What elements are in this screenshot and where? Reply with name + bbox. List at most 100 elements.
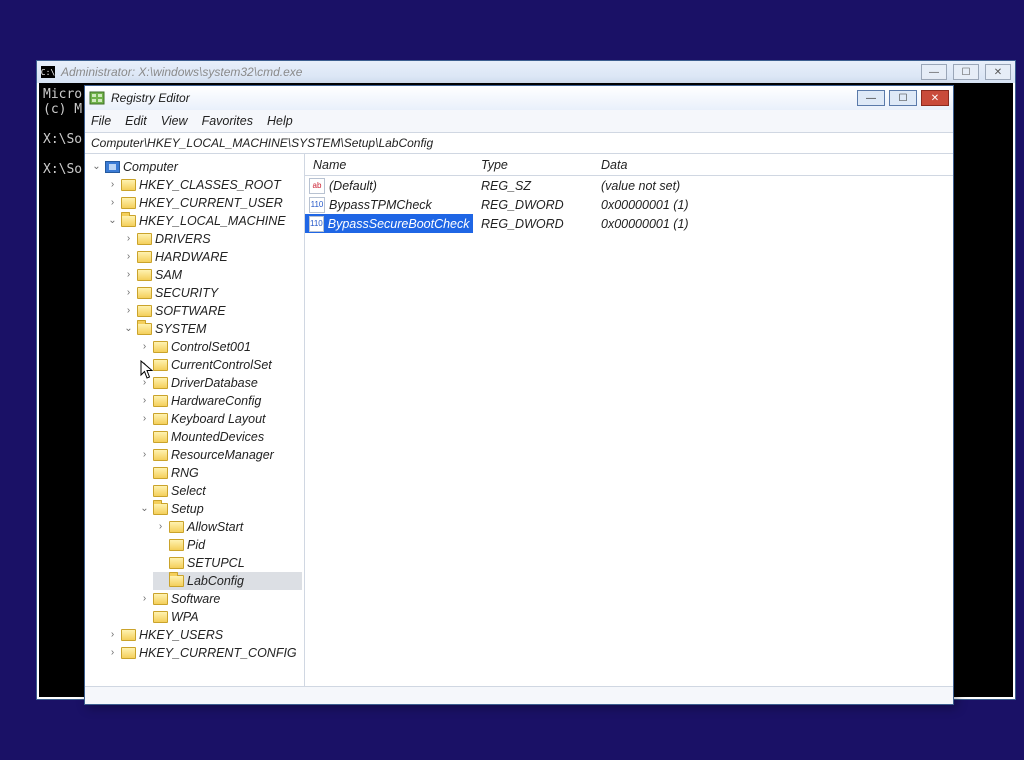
tree-hkcu[interactable]: ›HKEY_CURRENT_USER [105, 194, 302, 212]
folder-icon [153, 503, 168, 515]
tree-cs001[interactable]: ›ControlSet001 [137, 338, 302, 356]
col-name[interactable]: Name [305, 158, 473, 172]
regedit-window: Registry Editor — ☐ ✕ File Edit View Fav… [84, 85, 954, 705]
chevron-right-icon[interactable]: › [123, 252, 134, 263]
menu-view[interactable]: View [161, 114, 188, 128]
folder-icon [137, 287, 152, 299]
folder-icon [121, 629, 136, 641]
tree-security[interactable]: ›SECURITY [121, 284, 302, 302]
value-row[interactable]: ab(Default) REG_SZ (value not set) [305, 176, 953, 195]
cmd-max-button[interactable]: ☐ [953, 64, 979, 80]
tree-resmgr[interactable]: ›ResourceManager [137, 446, 302, 464]
value-list[interactable]: Name Type Data ab(Default) REG_SZ (value… [305, 154, 953, 686]
value-row[interactable]: 110BypassTPMCheck REG_DWORD 0x00000001 (… [305, 195, 953, 214]
tree-software[interactable]: ›SOFTWARE [121, 302, 302, 320]
chevron-right-icon[interactable]: › [139, 396, 150, 407]
folder-icon [137, 323, 152, 335]
chevron-right-icon[interactable]: › [139, 594, 150, 605]
tree-wpa[interactable]: ›WPA [137, 608, 302, 626]
regedit-close-button[interactable]: ✕ [921, 90, 949, 106]
tree-kbd[interactable]: ›Keyboard Layout [137, 410, 302, 428]
tree-hkcr[interactable]: ›HKEY_CLASSES_ROOT [105, 176, 302, 194]
chevron-right-icon[interactable]: › [139, 342, 150, 353]
folder-icon [153, 431, 168, 443]
folder-icon [121, 647, 136, 659]
regedit-menubar: File Edit View Favorites Help [85, 110, 953, 132]
folder-icon [153, 449, 168, 461]
folder-icon [153, 611, 168, 623]
cmd-title-text: Administrator: X:\windows\system32\cmd.e… [61, 65, 302, 79]
tree-hardware[interactable]: ›HARDWARE [121, 248, 302, 266]
tree-sam[interactable]: ›SAM [121, 266, 302, 284]
cmd-titlebar[interactable]: C:\ Administrator: X:\windows\system32\c… [37, 61, 1015, 83]
address-bar[interactable]: Computer\HKEY_LOCAL_MACHINE\SYSTEM\Setup… [85, 132, 953, 154]
chevron-right-icon[interactable]: › [107, 198, 118, 209]
folder-icon [153, 395, 168, 407]
folder-icon [153, 485, 168, 497]
chevron-right-icon[interactable]: › [107, 630, 118, 641]
chevron-right-icon[interactable]: › [123, 234, 134, 245]
chevron-down-icon[interactable]: ⌄ [123, 324, 134, 335]
status-bar [85, 686, 953, 704]
folder-icon [153, 413, 168, 425]
tree-hku[interactable]: ›HKEY_USERS [105, 626, 302, 644]
folder-icon [169, 521, 184, 533]
tree-ccs[interactable]: ›CurrentControlSet [137, 356, 302, 374]
string-value-icon: ab [309, 178, 325, 194]
value-row-selected[interactable]: 110BypassSecureBootCheck REG_DWORD 0x000… [305, 214, 953, 233]
tree-setupcl[interactable]: ›SETUPCL [153, 554, 302, 572]
menu-edit[interactable]: Edit [125, 114, 147, 128]
computer-icon [105, 161, 120, 173]
chevron-right-icon[interactable]: › [139, 360, 150, 371]
dword-value-icon: 110 [309, 216, 324, 232]
folder-icon [169, 557, 184, 569]
tree-select[interactable]: ›Select [137, 482, 302, 500]
regedit-title-text: Registry Editor [111, 91, 190, 105]
chevron-right-icon[interactable]: › [107, 648, 118, 659]
chevron-right-icon[interactable]: › [139, 378, 150, 389]
regedit-max-button[interactable]: ☐ [889, 90, 917, 106]
folder-icon [153, 593, 168, 605]
chevron-right-icon[interactable]: › [123, 288, 134, 299]
chevron-right-icon[interactable]: › [139, 450, 150, 461]
chevron-right-icon[interactable]: › [139, 414, 150, 425]
tree-pid[interactable]: ›Pid [153, 536, 302, 554]
cmd-close-button[interactable]: ✕ [985, 64, 1011, 80]
dword-value-icon: 110 [309, 197, 325, 213]
tree-setup[interactable]: ⌄Setup [137, 500, 302, 518]
tree-drvdb[interactable]: ›DriverDatabase [137, 374, 302, 392]
tree-hkcc[interactable]: ›HKEY_CURRENT_CONFIG [105, 644, 302, 662]
value-header[interactable]: Name Type Data [305, 154, 953, 176]
tree-hklm[interactable]: ⌄HKEY_LOCAL_MACHINE [105, 212, 302, 230]
chevron-right-icon[interactable]: › [123, 270, 134, 281]
cmd-min-button[interactable]: — [921, 64, 947, 80]
chevron-right-icon[interactable]: › [123, 306, 134, 317]
tree-drivers[interactable]: ›DRIVERS [121, 230, 302, 248]
folder-icon [153, 359, 168, 371]
tree-labconfig[interactable]: ›LabConfig [153, 572, 302, 590]
chevron-down-icon[interactable]: ⌄ [107, 216, 118, 227]
folder-icon [121, 179, 136, 191]
chevron-right-icon[interactable]: › [155, 522, 166, 533]
menu-favorites[interactable]: Favorites [202, 114, 253, 128]
folder-icon [153, 467, 168, 479]
tree-mdev[interactable]: ›MountedDevices [137, 428, 302, 446]
key-tree[interactable]: ⌄ Computer ›HKEY_CLASSES_ROOT ›HKEY_CURR… [85, 154, 305, 686]
regedit-titlebar[interactable]: Registry Editor — ☐ ✕ [85, 86, 953, 110]
regedit-min-button[interactable]: — [857, 90, 885, 106]
folder-icon [137, 269, 152, 281]
col-type[interactable]: Type [473, 158, 593, 172]
tree-system[interactable]: ⌄SYSTEM [121, 320, 302, 338]
menu-help[interactable]: Help [267, 114, 293, 128]
tree-soft2[interactable]: ›Software [137, 590, 302, 608]
chevron-down-icon[interactable]: ⌄ [139, 504, 150, 515]
chevron-right-icon[interactable]: › [107, 180, 118, 191]
menu-file[interactable]: File [91, 114, 111, 128]
tree-hwcfg[interactable]: ›HardwareConfig [137, 392, 302, 410]
tree-computer[interactable]: ⌄ Computer [89, 158, 302, 176]
col-data[interactable]: Data [593, 158, 953, 172]
chevron-down-icon[interactable]: ⌄ [91, 162, 102, 173]
tree-allowstart[interactable]: ›AllowStart [153, 518, 302, 536]
folder-icon [121, 197, 136, 209]
tree-rng[interactable]: ›RNG [137, 464, 302, 482]
